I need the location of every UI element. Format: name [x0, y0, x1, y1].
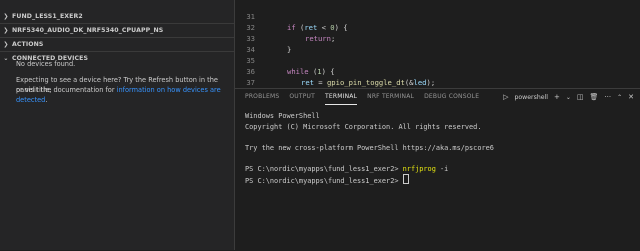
section-actions[interactable]: ❯ ACTIONS — [0, 37, 234, 51]
code-line: 38 return; — [235, 77, 345, 109]
tab-problems[interactable]: PROBLEMS — [245, 89, 279, 105]
sidebar: ❯ FUND_LESS1_EXER2 ❯ NRF5340_AUDIO_DK_NR… — [0, 0, 234, 250]
section-title: NRF5340_AUDIO_DK_NRF5340_CPUAPP_NS — [12, 26, 164, 34]
trash-icon[interactable]: 🗑 — [590, 93, 599, 101]
section-title: ACTIONS — [12, 40, 44, 48]
code-line: 34 — [235, 33, 255, 54]
tab-output[interactable]: OUTPUT — [289, 89, 315, 105]
terminal-line: Try the new cross-platform PowerShell ht… — [245, 143, 494, 152]
code-line: 33 } — [235, 22, 291, 54]
terminal-line: Copyright (C) Microsoft Corporation. All… — [245, 122, 482, 131]
prompt: PS C:\nordic\myapps\fund_less1_exer2> — [245, 177, 403, 185]
code-line: 32 return; — [235, 11, 335, 43]
chevron-right-icon: ❯ — [3, 12, 9, 20]
panel-tabs: PROBLEMS OUTPUT TERMINAL NRF TERMINAL DE… — [235, 89, 479, 105]
panel-actions: ▷ powershell + ⌄ ◫ 🗑 ··· ⌃ ✕ — [503, 91, 634, 103]
terminal-cursor — [402, 174, 409, 184]
section-build-config[interactable]: ❯ NRF5340_AUDIO_DK_NRF5340_CPUAPP_NS — [0, 23, 234, 37]
tab-nrf-terminal[interactable]: NRF TERMINAL — [367, 89, 414, 105]
tab-terminal[interactable]: TERMINAL — [325, 89, 358, 105]
split-terminal-icon[interactable]: ◫ — [577, 93, 584, 101]
code-line: 31 if (ret < 0) { — [235, 0, 347, 32]
chevron-down-icon[interactable]: ⌄ — [566, 94, 571, 101]
prompt: PS C:\nordic\myapps\fund_less1_exer2> — [245, 164, 403, 173]
more-actions-icon[interactable]: ··· — [604, 93, 611, 101]
command: nrfjprog — [402, 164, 436, 173]
terminal-shell-icon: ▷ — [503, 93, 509, 101]
no-devices-message: No devices found. — [16, 60, 76, 68]
maximize-panel-icon[interactable]: ⌃ — [617, 94, 622, 101]
section-title: FUND_LESS1_EXER2 — [12, 12, 83, 20]
chevron-down-icon: ⌄ — [3, 54, 9, 62]
section-fund-less1-exer2[interactable]: ❯ FUND_LESS1_EXER2 — [0, 9, 234, 23]
close-panel-icon[interactable]: ✕ — [628, 93, 634, 101]
terminal-output[interactable]: Windows PowerShell Copyright (C) Microso… — [245, 111, 494, 187]
terminal-line: Windows PowerShell — [245, 112, 320, 120]
command-arg: -i — [435, 164, 449, 173]
new-terminal-icon[interactable]: + — [554, 93, 560, 101]
chevron-right-icon: ❯ — [3, 40, 9, 48]
code-line: 37 if (ret < 0) { — [235, 66, 361, 98]
bottom-panel: PROBLEMS OUTPUT TERMINAL NRF TERMINAL DE… — [235, 88, 640, 251]
code-editor[interactable]: 31 if (ret < 0) { 32 return; 33 } 34 35 … — [235, 0, 640, 109]
help-text-prefix: or visit the documentation for — [16, 86, 115, 94]
help-text-line2: or visit the documentation for informati… — [16, 85, 234, 105]
code-line: 36 ret = gpio_pin_toggle_dt(&led); — [235, 55, 435, 87]
code-line: 35 while (1) { — [235, 44, 334, 76]
tab-debug-console[interactable]: DEBUG CONSOLE — [424, 89, 479, 105]
help-text-suffix: . — [45, 96, 48, 104]
shell-name[interactable]: powershell — [514, 94, 548, 101]
chevron-right-icon: ❯ — [3, 26, 9, 34]
